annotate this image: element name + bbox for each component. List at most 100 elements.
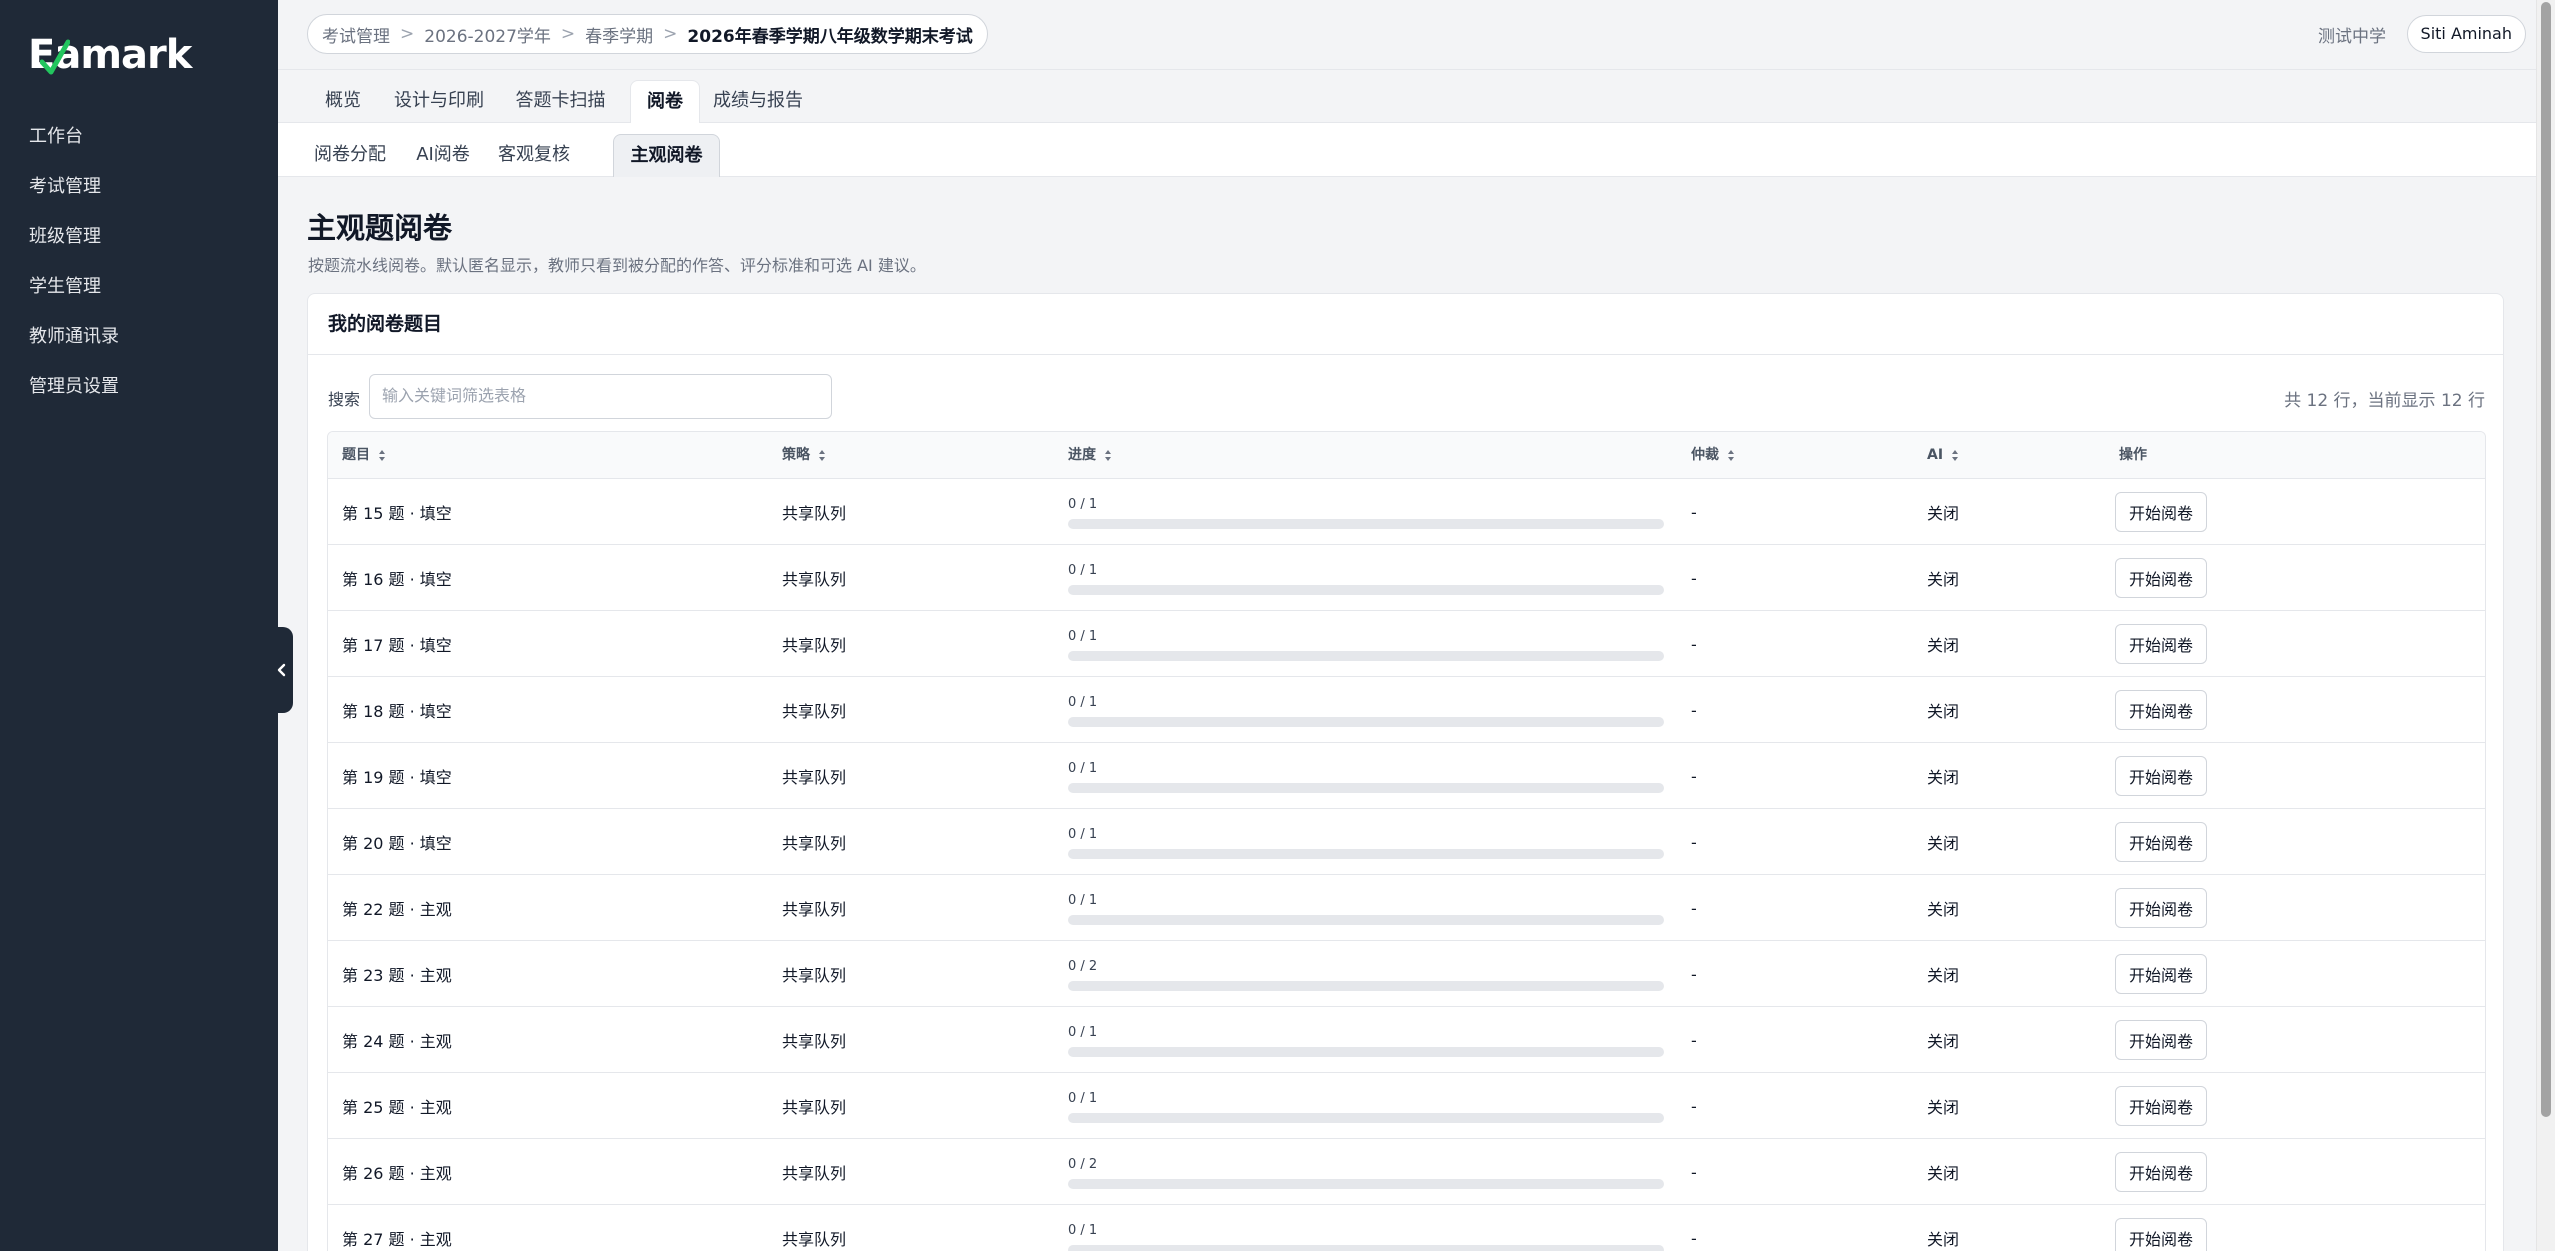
cell-arbitration: - [1691,1030,1697,1050]
progress-bar [1068,783,1664,793]
table-row: 第 18 题 · 填空 共享队列 0 / 1 - 关闭 开始阅卷 [328,677,2485,743]
sidebar-nav: 工作台 考试管理 班级管理 学生管理 教师通讯录 管理员设置 [0,112,278,412]
cell-progress: 0 / 1 [1068,629,1664,661]
cell-strategy: 共享队列 [782,966,847,985]
column-header-question[interactable]: 题目 [342,432,386,479]
column-header-label: AI [1927,447,1944,463]
table-row: 第 25 题 · 主观 共享队列 0 / 1 - 关闭 开始阅卷 [328,1073,2485,1139]
tab-design-print[interactable]: 设计与印刷 [384,80,494,123]
progress-bar [1068,981,1664,991]
breadcrumb-item-exams[interactable]: 考试管理 [322,22,390,47]
sidebar-collapse-button[interactable] [270,627,293,713]
sidebar-item-workbench[interactable]: 工作台 [0,112,278,162]
cell-progress: 0 / 1 [1068,1025,1664,1057]
start-marking-button[interactable]: 开始阅卷 [2115,1218,2208,1251]
sort-icon [1105,450,1111,461]
table-row: 第 19 题 · 填空 共享队列 0 / 1 - 关闭 开始阅卷 [328,743,2485,809]
tab-scores-reports[interactable]: 成绩与报告 [708,80,808,123]
cell-ai: 关闭 [1927,900,1960,919]
table-row: 第 23 题 · 主观 共享队列 0 / 2 - 关闭 开始阅卷 [328,941,2485,1007]
breadcrumb-item-term[interactable]: 春季学期 [585,22,653,47]
page-scrollbar[interactable] [2536,0,2555,1251]
cell-question: 第 27 题 · 主观 [342,1230,452,1249]
breadcrumb-separator: > [663,24,678,44]
breadcrumb-separator: > [560,24,576,44]
scrollbar-thumb[interactable] [2541,2,2551,1117]
column-header-ai[interactable]: AI [1927,432,1959,479]
sidebar-item-student-management[interactable]: 学生管理 [0,262,278,312]
table-header: 题目 策略 进度 仲裁 AI 操作 [328,432,2485,479]
table-row: 第 16 题 · 填空 共享队列 0 / 1 - 关闭 开始阅卷 [328,545,2485,611]
start-marking-button[interactable]: 开始阅卷 [2115,558,2208,598]
progress-text: 0 / 1 [1068,1223,1098,1238]
cell-arbitration: - [1691,1228,1697,1248]
tab-objective-review[interactable]: 客观复核 [492,134,576,177]
cell-progress: 0 / 1 [1068,761,1664,793]
start-marking-button[interactable]: 开始阅卷 [2115,492,2208,532]
cell-question: 第 24 题 · 主观 [342,1032,452,1051]
cell-strategy: 共享队列 [782,702,847,721]
sidebar-item-admin-settings[interactable]: 管理员设置 [0,362,278,412]
app-logo[interactable]: E amark [28,28,192,82]
progress-text: 0 / 2 [1068,959,1098,974]
progress-text: 0 / 1 [1068,1091,1098,1106]
progress-text: 0 / 1 [1068,563,1098,578]
tab-subjective-marking[interactable]: 主观阅卷 [613,134,720,177]
breadcrumb-item-year[interactable]: 2026-2027学年 [424,22,551,47]
row-count: 共 12 行，当前显示 12 行 [2284,391,2485,411]
check-icon [40,39,70,75]
cell-ai: 关闭 [1927,1164,1960,1183]
marking-table: 题目 策略 进度 仲裁 AI 操作 第 15 题 · 填空 共享队列 0 / 1… [327,431,2486,1251]
tab-sheet-scan[interactable]: 答题卡扫描 [503,80,618,123]
primary-tabs: 概览 设计与印刷 答题卡扫描 阅卷 成绩与报告 [278,70,2536,123]
user-menu[interactable]: Siti Aminah [2406,15,2526,53]
progress-bar [1068,1179,1664,1189]
table-body: 第 15 题 · 填空 共享队列 0 / 1- 关闭 开始阅卷第 16 题 · 填空 共享… [328,479,2485,1251]
cell-progress: 0 / 2 [1068,959,1664,991]
table-row: 第 24 题 · 主观 共享队列 0 / 1 - 关闭 开始阅卷 [328,1007,2485,1073]
sidebar-item-exam-management[interactable]: 考试管理 [0,162,278,212]
start-marking-button[interactable]: 开始阅卷 [2115,1020,2208,1060]
column-header-progress[interactable]: 进度 [1068,432,1112,479]
progress-text: 0 / 1 [1068,827,1098,842]
logo-text: amark [54,32,192,78]
progress-bar [1068,849,1664,859]
cell-ai: 关闭 [1927,1230,1960,1249]
cell-question: 第 16 题 · 填空 [342,570,452,589]
cell-strategy: 共享队列 [782,768,847,787]
cell-progress: 0 / 1 [1068,893,1664,925]
cell-arbitration: - [1691,898,1697,918]
start-marking-button[interactable]: 开始阅卷 [2115,888,2208,928]
tab-marking[interactable]: 阅卷 [630,80,700,123]
sidebar-item-teacher-directory[interactable]: 教师通讯录 [0,312,278,362]
column-header-arbitration[interactable]: 仲裁 [1691,432,1735,479]
progress-text: 0 / 1 [1068,497,1098,512]
cell-ai: 关闭 [1927,1032,1960,1051]
cell-question: 第 19 题 · 填空 [342,768,452,787]
cell-arbitration: - [1691,568,1697,588]
start-marking-button[interactable]: 开始阅卷 [2115,1086,2208,1126]
start-marking-button[interactable]: 开始阅卷 [2115,954,2208,994]
column-header-label: 策略 [782,447,810,463]
start-marking-button[interactable]: 开始阅卷 [2115,1152,2208,1192]
tab-overview[interactable]: 概览 [308,80,378,123]
cell-strategy: 共享队列 [782,504,847,523]
sidebar-item-class-management[interactable]: 班级管理 [0,212,278,262]
column-header-strategy[interactable]: 策略 [782,432,826,479]
cell-strategy: 共享队列 [782,1230,847,1249]
tab-ai-marking[interactable]: AI阅卷 [403,134,483,177]
search-input[interactable] [369,374,832,419]
cell-question: 第 26 题 · 主观 [342,1164,452,1183]
tab-marking-assignment[interactable]: 阅卷分配 [308,134,392,177]
table-row: 第 27 题 · 主观 共享队列 0 / 1 - 关闭 开始阅卷 [328,1205,2485,1251]
cell-strategy: 共享队列 [782,1098,847,1117]
cell-progress: 0 / 2 [1068,1157,1664,1189]
progress-bar [1068,1113,1664,1123]
cell-progress: 0 / 1 [1068,1223,1664,1251]
start-marking-button[interactable]: 开始阅卷 [2115,822,2208,862]
start-marking-button[interactable]: 开始阅卷 [2115,690,2208,730]
cell-progress: 0 / 1 [1068,1091,1664,1123]
start-marking-button[interactable]: 开始阅卷 [2115,624,2208,664]
start-marking-button[interactable]: 开始阅卷 [2115,756,2208,796]
cell-question: 第 22 题 · 主观 [342,900,452,919]
